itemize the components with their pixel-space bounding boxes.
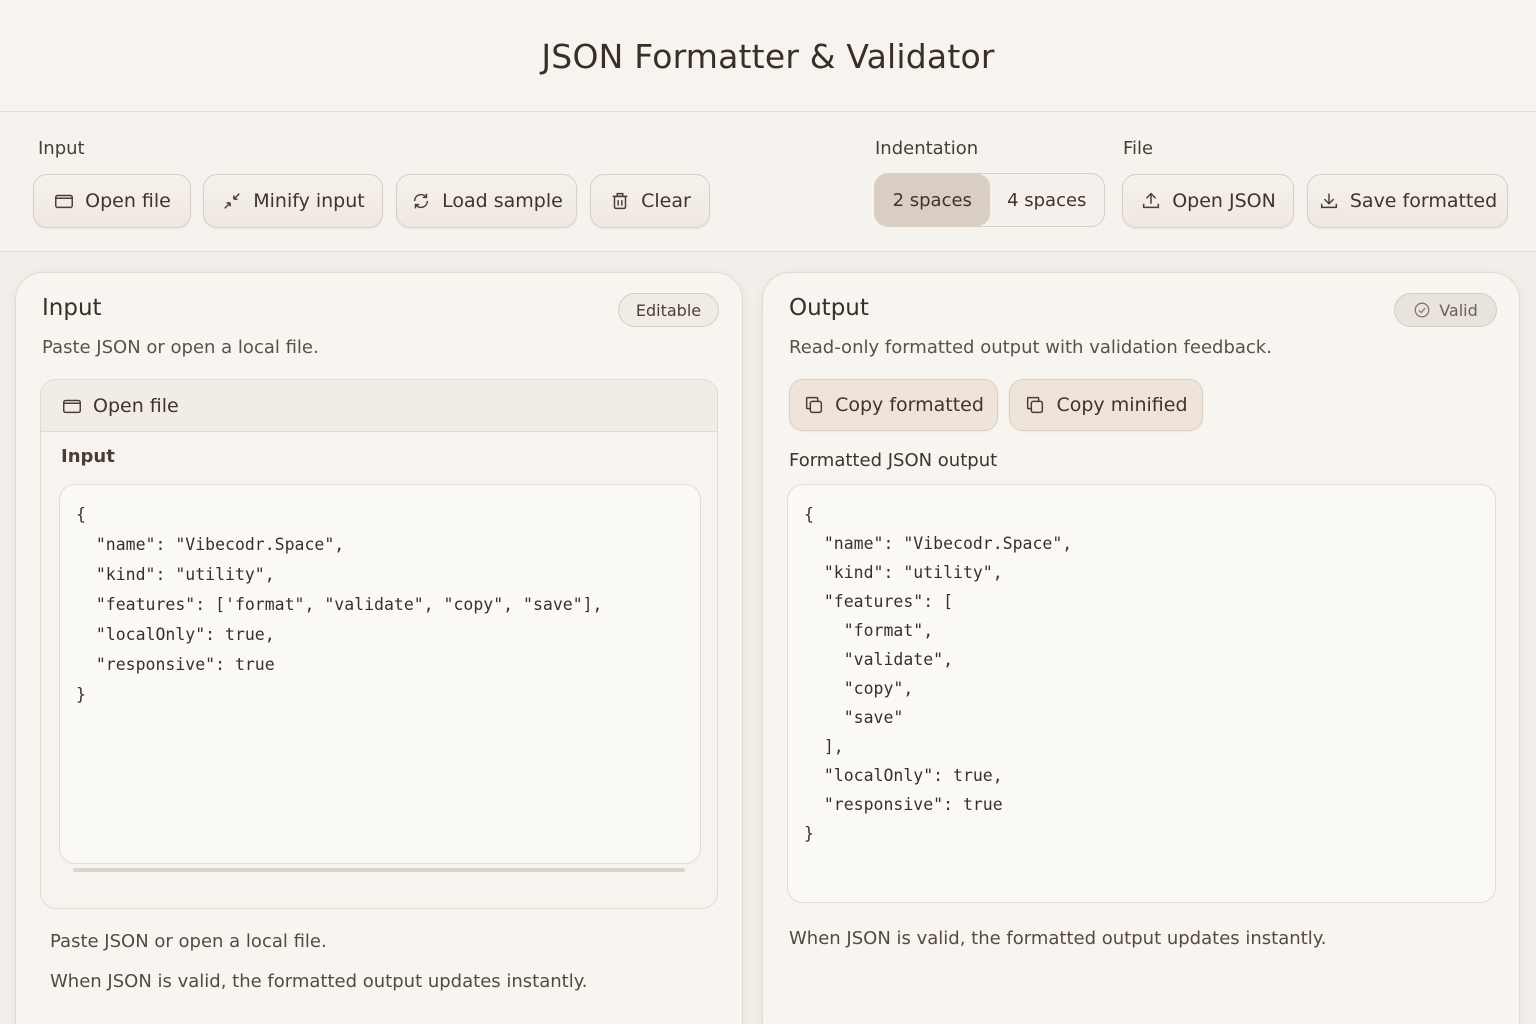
output-panel-subtitle: Read-only formatted output with validati… xyxy=(789,337,1272,358)
page-title: JSON Formatter & Validator xyxy=(541,37,995,76)
code-line: "localOnly": true, xyxy=(76,625,275,644)
open-file-button[interactable]: Open file xyxy=(33,174,191,228)
input-note-1: Paste JSON or open a local file. xyxy=(50,931,327,952)
load-sample-label: Load sample xyxy=(442,190,563,212)
folder-icon xyxy=(55,194,74,209)
input-note-2: When JSON is valid, the formatted output… xyxy=(50,971,588,992)
valid-status-badge: Valid xyxy=(1394,293,1497,327)
input-field-label: Input xyxy=(61,446,115,467)
editable-badge-label: Editable xyxy=(635,300,702,320)
code-line: "kind": "utility", xyxy=(804,563,1003,582)
code-line: "name": "Vibecodr.Space", xyxy=(76,535,345,554)
output-field-label: Formatted JSON output xyxy=(789,450,998,471)
copy-minified-label: Copy minified xyxy=(1056,394,1188,416)
input-panel-subtitle: Paste JSON or open a local file. xyxy=(42,337,319,358)
app-header: JSON Formatter & Validator xyxy=(0,0,1536,112)
code-line: } xyxy=(76,685,86,704)
editable-badge: Editable xyxy=(618,293,719,327)
clear-label: Clear xyxy=(641,190,691,212)
copy-icon xyxy=(806,396,823,414)
refresh-icon xyxy=(413,193,429,209)
formatted-output[interactable]: { "name": "Vibecodr.Space", "kind": "uti… xyxy=(787,484,1496,903)
input-panel-title: Input xyxy=(42,295,102,321)
indent-2-spaces[interactable]: 2 spaces xyxy=(875,174,990,226)
output-note: When JSON is valid, the formatted output… xyxy=(789,928,1327,949)
copy-icon xyxy=(1027,396,1044,414)
minimize-arrows-icon xyxy=(224,193,241,209)
indent-4-spaces[interactable]: 4 spaces xyxy=(990,174,1105,226)
input-editor-box: Open file Input { "name": "Vibecodr.Spac… xyxy=(40,379,718,909)
upload-icon xyxy=(1143,192,1160,209)
inner-open-file-button[interactable]: Open file xyxy=(41,380,717,432)
code-line: "localOnly": true, xyxy=(804,766,1003,785)
clear-button[interactable]: Clear xyxy=(590,174,710,228)
code-line: ], xyxy=(804,737,844,756)
code-line: "save" xyxy=(804,708,904,727)
code-line: "responsive": true xyxy=(804,795,1003,814)
code-line: "responsive": true xyxy=(76,655,275,674)
output-panel: Output Valid Read-only formatted output … xyxy=(762,272,1520,1024)
download-icon xyxy=(1320,193,1337,209)
open-json-label: Open JSON xyxy=(1172,190,1276,212)
folder-icon xyxy=(63,399,81,413)
code-line: "copy", xyxy=(804,679,914,698)
code-line: "features": [ xyxy=(804,592,954,611)
inner-open-file-label: Open file xyxy=(93,394,179,417)
copy-minified-button[interactable]: Copy minified xyxy=(1009,379,1203,431)
minify-input-label: Minify input xyxy=(253,190,365,212)
code-line: "name": "Vibecodr.Space", xyxy=(804,534,1073,553)
toolbar-input-label: Input xyxy=(38,138,85,159)
indentation-toggle: 2 spaces 4 spaces xyxy=(874,173,1105,227)
code-line: "kind": "utility", xyxy=(76,565,275,584)
check-circle-icon xyxy=(1414,302,1430,318)
copy-formatted-button[interactable]: Copy formatted xyxy=(789,379,998,431)
valid-status-label: Valid xyxy=(1439,300,1478,320)
code-line: "format", xyxy=(804,621,934,640)
code-line: { xyxy=(76,505,86,524)
input-panel: Input Editable Paste JSON or open a loca… xyxy=(15,272,743,1024)
copy-formatted-label: Copy formatted xyxy=(835,394,984,416)
trash-icon xyxy=(612,192,628,210)
indentation-label: Indentation xyxy=(875,138,979,159)
input-scrollbar[interactable] xyxy=(73,868,685,872)
minify-input-button[interactable]: Minify input xyxy=(203,174,383,228)
load-sample-button[interactable]: Load sample xyxy=(396,174,577,228)
open-json-button[interactable]: Open JSON xyxy=(1122,174,1294,228)
file-label: File xyxy=(1123,138,1154,159)
save-formatted-button[interactable]: Save formatted xyxy=(1307,174,1508,228)
code-line: "validate", xyxy=(804,650,954,669)
code-line: "features": ['format", "validate", "copy… xyxy=(76,595,603,614)
open-file-label: Open file xyxy=(85,190,171,212)
save-formatted-label: Save formatted xyxy=(1349,190,1498,212)
code-line: { xyxy=(804,505,814,524)
code-line: } xyxy=(804,824,814,843)
output-panel-title: Output xyxy=(789,295,869,321)
input-textarea[interactable]: { "name": "Vibecodr.Space", "kind": "uti… xyxy=(59,484,701,864)
